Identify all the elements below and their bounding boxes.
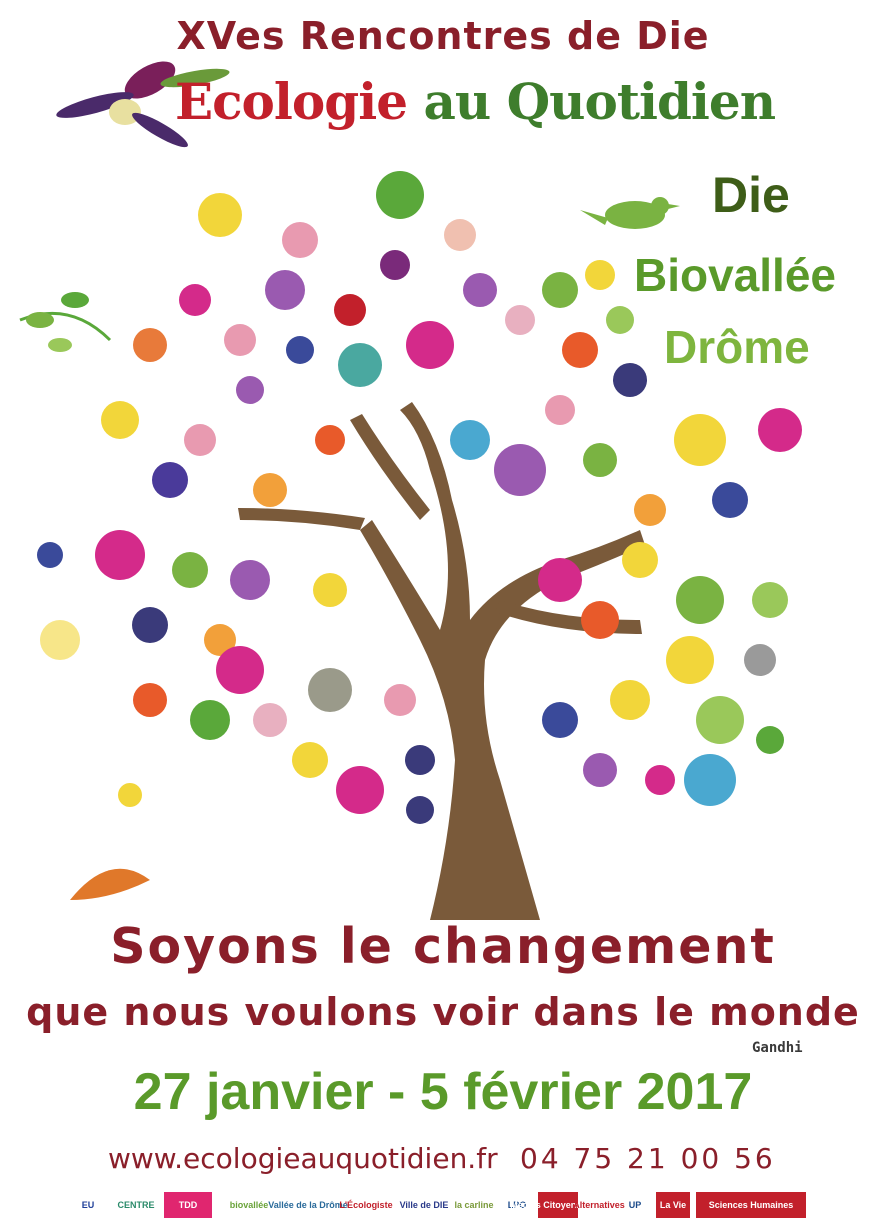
sponsor-logo: Médias Citoyens Diois [510, 1192, 606, 1218]
website-link[interactable]: www.ecologieauquotidien.fr [108, 1142, 498, 1175]
brand-part2: au Quotidien [423, 72, 776, 131]
sponsor-logo: Ville de DIE [399, 1200, 449, 1210]
sponsor-logo: L'Écologiste [339, 1200, 393, 1210]
sponsor-logo: TDD [164, 1192, 212, 1218]
sponsor-logo: CENTRE [117, 1200, 155, 1210]
event-dates: 27 janvier - 5 février 2017 [133, 1063, 753, 1121]
phone-number: 04 75 21 00 56 [520, 1142, 776, 1175]
sponsor-logos: EU CENTRE TDD biovallée Vallée de la Drôme L'… [68, 1190, 820, 1220]
quote-author: Gandhi [752, 1040, 803, 1056]
sprig-icon [19, 292, 112, 352]
edition-title: XVes Rencontres de Die [176, 14, 710, 58]
leaf-icon [70, 868, 150, 900]
place-drome: Drôme [664, 321, 810, 373]
sponsor-logo: Alternatives [573, 1200, 625, 1210]
sponsor-logo: Sciences Humaines [696, 1192, 806, 1218]
sponsor-logo: EU [81, 1200, 95, 1210]
place-die: Die [712, 167, 790, 223]
sponsor-logo: la carline [454, 1200, 494, 1210]
brand-part1: Ecologie [175, 72, 408, 131]
tagline-line2: que nous voulons voir dans le monde [26, 990, 860, 1034]
sponsor-logo: La Vie [656, 1192, 690, 1218]
tree-trunk [238, 402, 645, 920]
tagline-line1: Soyons le changement [110, 918, 776, 975]
bird-icon [580, 197, 680, 229]
place-biovallee: Biovallée [634, 249, 836, 301]
sponsor-logo: Vallée de la Drôme [268, 1200, 348, 1210]
brand-title: Ecologie au Quotidien [175, 72, 776, 131]
sponsor-logo: UP [628, 1200, 642, 1210]
